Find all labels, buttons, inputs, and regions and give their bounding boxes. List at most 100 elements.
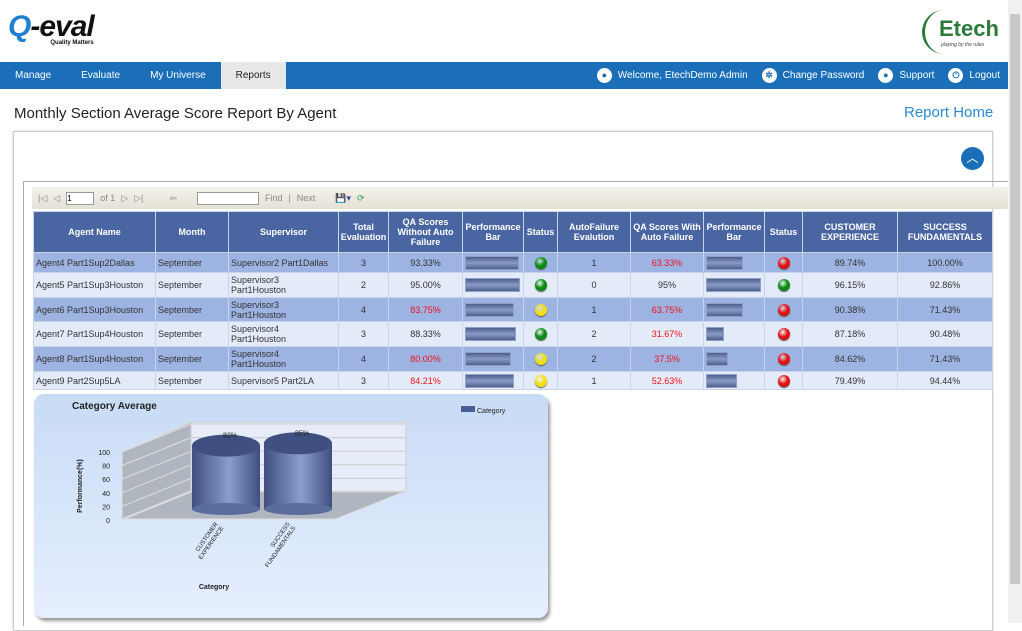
- main-nav: Manage Evaluate My Universe Reports ● Wel…: [0, 62, 1008, 89]
- cell-bar2: [703, 297, 765, 322]
- export-icon[interactable]: 💾▾: [335, 193, 351, 204]
- cell-qa: 88.33%: [388, 321, 463, 347]
- cell-qa: 83.75%: [388, 297, 463, 322]
- performance-bar: [465, 302, 514, 317]
- welcome-label: Welcome, EtechDemo Admin: [617, 70, 748, 81]
- y-tick-label: 80: [102, 464, 110, 471]
- y-tick-label: 60: [102, 477, 110, 484]
- table-row: Agent6 Part1Sup3Houston September Supervis…: [33, 297, 993, 322]
- bar-base: [264, 503, 332, 515]
- cell-total: 3: [338, 321, 389, 347]
- cell-status1: [523, 272, 558, 298]
- next-page-icon[interactable]: ▷: [121, 193, 128, 204]
- scrollbar-thumb[interactable]: [1010, 14, 1020, 584]
- cell-sf: 90.48%: [897, 321, 993, 347]
- column-header: QA Scores Without Auto Failure: [388, 211, 463, 253]
- nav-manage[interactable]: Manage: [0, 62, 66, 89]
- cell-status1: [523, 321, 558, 347]
- cell-cx: 89.74%: [802, 252, 898, 273]
- cell-bar1: [462, 346, 524, 372]
- column-header: Performance Bar: [703, 211, 765, 253]
- column-header: QA Scores With Auto Failure: [630, 211, 704, 253]
- cell-sf: 100.00%: [897, 252, 993, 273]
- table-row: Agent9 Part2Sup5LA September Supervisor5 P…: [33, 371, 993, 390]
- prev-page-icon[interactable]: ◁: [53, 193, 60, 204]
- logout-label: Logout: [969, 70, 1000, 81]
- find-input[interactable]: [196, 191, 259, 205]
- performance-bar: [706, 327, 725, 341]
- nav-reports[interactable]: Reports: [220, 62, 286, 89]
- cell-cx: 79.49%: [802, 371, 898, 390]
- cell-qa_af: 31.67%: [630, 321, 704, 347]
- collapse-button[interactable]: ︿: [961, 147, 984, 170]
- status-green-icon: [534, 328, 547, 340]
- cell-sf: 71.43%: [897, 297, 993, 322]
- legend-swatch: [461, 406, 475, 412]
- performance-bar: [465, 278, 521, 292]
- cell-bar2: [703, 346, 765, 372]
- user-icon: ●: [596, 68, 612, 83]
- cell-agent: Agent9 Part2Sup5LA: [33, 371, 156, 390]
- performance-bar: [706, 373, 737, 388]
- cell-bar2: [703, 272, 765, 298]
- y-tick-label: 100: [98, 450, 110, 457]
- cell-bar1: [462, 297, 524, 322]
- legend-label: Category: [477, 408, 506, 415]
- find-button[interactable]: Find: [265, 193, 283, 203]
- cell-total: 2: [338, 272, 389, 298]
- last-page-icon[interactable]: ▷|: [134, 193, 143, 204]
- column-header: Status: [764, 211, 803, 253]
- page-count: of 1: [100, 193, 116, 203]
- report-home-link[interactable]: Report Home: [904, 104, 993, 121]
- column-header: Agent Name: [33, 211, 156, 253]
- performance-bar: [465, 255, 520, 270]
- cell-af: 1: [557, 252, 631, 273]
- cell-sf: 71.43%: [897, 346, 993, 372]
- y-tick-label: 20: [102, 504, 110, 511]
- back-icon[interactable]: ⇦: [169, 193, 177, 204]
- report-toolbar: |◁ ◁ of 1 ▷ ▷| ⇦ Find | Next 💾▾ ⟳: [32, 187, 1008, 209]
- page-title: Monthly Section Average Score Report By …: [14, 105, 337, 122]
- first-page-icon[interactable]: |◁: [38, 193, 47, 204]
- support-link[interactable]: ● Support: [878, 68, 934, 83]
- performance-bar: [706, 278, 762, 292]
- bar-base: [192, 503, 260, 515]
- chevron-up-icon: ︿: [966, 151, 979, 165]
- cell-af: 0: [557, 272, 631, 298]
- find-next-button[interactable]: Next: [297, 193, 316, 203]
- performance-bar: [706, 352, 728, 366]
- cell-status2: [764, 252, 803, 273]
- qeval-logo[interactable]: Q-eval Quality Matters: [8, 10, 95, 46]
- cell-status2: [764, 346, 803, 372]
- refresh-icon[interactable]: ⟳: [357, 193, 365, 204]
- cell-supervisor: Supervisor3 Part1Houston: [228, 272, 339, 298]
- cell-month: September: [155, 346, 229, 372]
- cell-status1: [523, 252, 558, 273]
- cell-month: September: [155, 321, 229, 347]
- table-row: Agent8 Part1Sup4Houston September Supervis…: [33, 346, 993, 372]
- nav-evaluate[interactable]: Evaluate: [66, 62, 135, 89]
- column-header: Month: [155, 211, 229, 253]
- logout-link[interactable]: ⏻ Logout: [948, 68, 1000, 83]
- vertical-scrollbar[interactable]: [1008, 0, 1022, 623]
- welcome-user[interactable]: ● Welcome, EtechDemo Admin: [596, 68, 748, 83]
- cell-supervisor: Supervisor2 Part1Dallas: [228, 252, 339, 273]
- cell-bar1: [462, 252, 524, 273]
- cell-agent: Agent5 Part1Sup3Houston: [33, 272, 156, 298]
- cell-cx: 90.38%: [802, 297, 898, 322]
- cell-bar1: [462, 272, 524, 298]
- status-yellow-icon: [534, 303, 547, 316]
- etech-logo: Etech playing by the rules: [922, 10, 999, 54]
- gear-icon: ✲: [761, 68, 777, 83]
- cell-month: September: [155, 252, 229, 273]
- status-red-icon: [777, 303, 790, 316]
- cell-month: September: [155, 297, 229, 322]
- page-input[interactable]: [66, 191, 95, 205]
- support-label: Support: [899, 70, 935, 81]
- cell-month: September: [155, 371, 229, 390]
- nav-my-universe[interactable]: My Universe: [135, 62, 221, 89]
- change-password-link[interactable]: ✲ Change Password: [761, 68, 864, 83]
- cell-qa: 95.00%: [388, 272, 463, 298]
- cell-supervisor: Supervisor4 Part1Houston: [228, 321, 339, 347]
- y-tick-label: 40: [102, 491, 110, 498]
